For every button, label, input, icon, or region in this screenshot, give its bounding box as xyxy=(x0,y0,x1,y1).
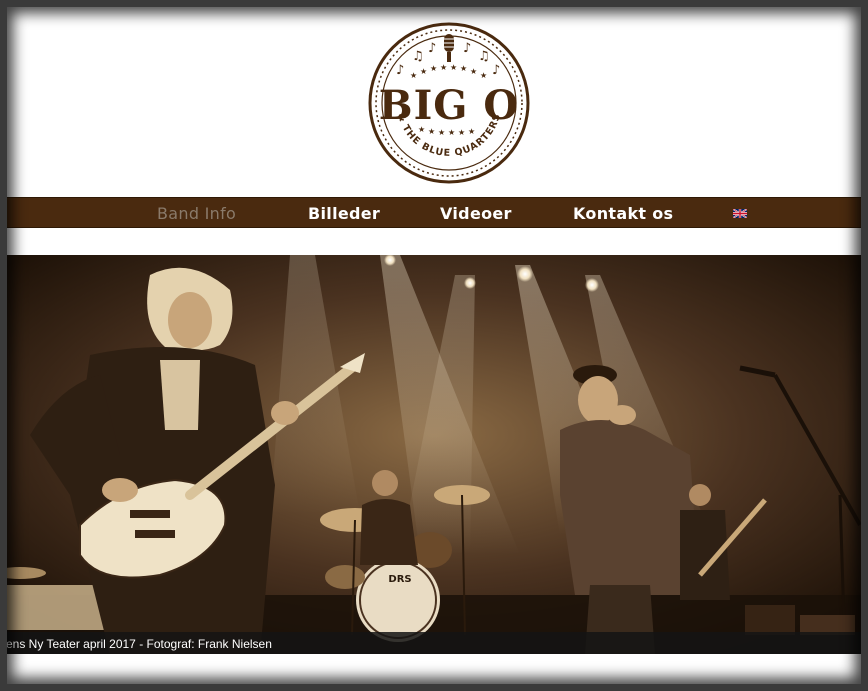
concert-photo: DRS xyxy=(0,255,868,655)
nav-item-billeder[interactable]: Billeder xyxy=(308,203,380,225)
uk-flag-icon[interactable] xyxy=(733,209,747,218)
svg-text:★: ★ xyxy=(458,128,465,137)
svg-text:★: ★ xyxy=(438,128,445,137)
svg-text:♪: ♪ xyxy=(463,41,471,56)
svg-text:♪: ♪ xyxy=(428,41,436,56)
svg-text:★: ★ xyxy=(420,67,427,76)
svg-text:★: ★ xyxy=(430,64,437,73)
nav-item-band-info[interactable]: Band Info xyxy=(157,203,236,225)
svg-text:♪: ♪ xyxy=(492,63,500,78)
drum-logo-text: DRS xyxy=(388,574,411,585)
svg-text:♫: ♫ xyxy=(478,49,490,64)
band-logo[interactable]: ♪ ♫ ♪ ♪ ♫ ♪ ★ ★ ★ ★ ★ ★ ★ ★ ★ ★ ★ ★ ★ ★ BIG O & T… xyxy=(368,22,530,184)
svg-text:★: ★ xyxy=(450,63,457,72)
site-header: ♪ ♫ ♪ ♪ ♫ ♪ ★ ★ ★ ★ ★ ★ ★ ★ ★ ★ ★ ★ ★ ★ BIG O & T… xyxy=(0,0,868,197)
svg-text:★: ★ xyxy=(460,64,467,73)
svg-text:★: ★ xyxy=(410,71,417,80)
header-spacer xyxy=(0,229,868,255)
svg-text:★: ★ xyxy=(480,71,487,80)
page-footer-strip xyxy=(0,654,868,691)
hero-slideshow[interactable]: DRS xyxy=(0,255,868,655)
svg-text:♫: ♫ xyxy=(412,49,424,64)
nav-item-videoer[interactable]: Videoer xyxy=(440,203,512,225)
svg-text:★: ★ xyxy=(440,63,447,72)
svg-text:♪: ♪ xyxy=(396,63,404,78)
svg-text:★: ★ xyxy=(470,67,477,76)
photo-caption: sens Ny Teater april 2017 - Fotograf: Fr… xyxy=(0,637,272,651)
svg-text:★: ★ xyxy=(448,128,455,137)
nav-item-kontakt-os[interactable]: Kontakt os xyxy=(573,203,673,225)
